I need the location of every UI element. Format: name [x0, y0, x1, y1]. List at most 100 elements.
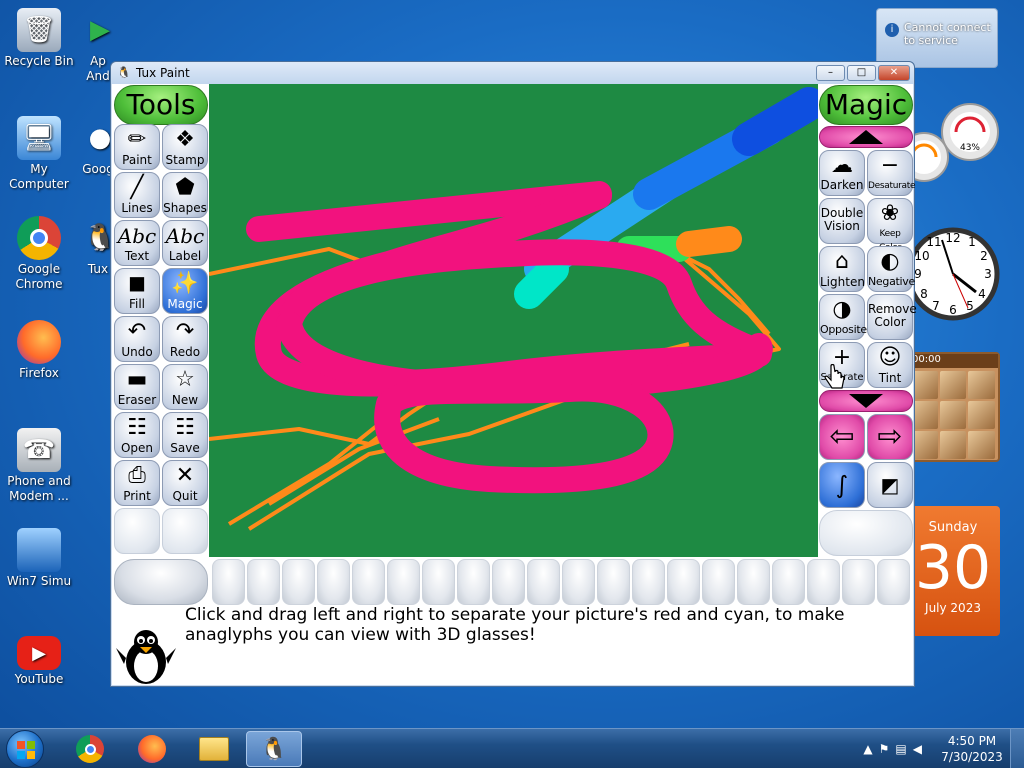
desktop-icon-phone-modem[interactable]: ☎ Phone and Modem ... [0, 428, 78, 504]
taskbar-explorer[interactable] [186, 731, 242, 767]
tool-label: Paint [122, 153, 152, 167]
maximize-button[interactable]: □ [847, 65, 876, 81]
minimize-button[interactable]: – [816, 65, 845, 81]
picture-puzzle-gadget[interactable]: 00:00 [906, 352, 1000, 462]
tool-stamp[interactable]: ❖ Stamp [162, 124, 208, 170]
desktop-icon-win7-simu[interactable]: Win7 Simu [0, 528, 78, 589]
color-swatch[interactable] [772, 559, 805, 605]
info-icon: i [885, 23, 899, 37]
tool-lines[interactable]: ╱ Lines [114, 172, 160, 218]
recycle-bin-icon: 🗑 [17, 8, 61, 52]
desktop-icon-google-chrome[interactable]: Google Chrome [0, 216, 78, 292]
magic-label: Desaturate [868, 181, 916, 191]
tool-label: Quit [172, 489, 198, 503]
tool-undo[interactable]: ↶ Undo [114, 316, 160, 362]
magic-desaturate[interactable]: − Desaturate [867, 150, 916, 196]
desktop-icon-my-computer[interactable]: 🖥 My Computer [0, 116, 78, 192]
magic-remove-color[interactable]: Remove Color [867, 294, 917, 340]
computer-icon: 🖥 [17, 116, 61, 160]
taskbar-firefox[interactable] [124, 731, 180, 767]
tool-print[interactable]: ⎙ Print [114, 460, 160, 506]
tux-penguin-icon [116, 630, 176, 684]
magic-left-arrow[interactable]: ⇦ [819, 414, 865, 460]
network-icon[interactable]: ▤ [895, 742, 906, 756]
color-swatch[interactable] [842, 559, 875, 605]
notification-cannot-connect[interactable]: i Cannot connect to service [876, 8, 998, 68]
color-swatch[interactable] [562, 559, 595, 605]
tool-label[interactable]: Abc Label [162, 220, 208, 266]
tool-label: Save [170, 441, 200, 455]
close-button[interactable]: ✕ [878, 65, 910, 81]
color-swatch[interactable] [317, 559, 350, 605]
color-swatch[interactable] [352, 559, 385, 605]
color-swatch[interactable] [737, 559, 770, 605]
magic-negative[interactable]: ◐ Negative [867, 246, 915, 292]
tool-text[interactable]: Abc Text [114, 220, 160, 266]
tool-quit[interactable]: ✕ Quit [162, 460, 208, 506]
color-swatch[interactable] [212, 559, 245, 605]
tool-new[interactable]: ☆ New [162, 364, 208, 410]
magic-scroll-up[interactable] [819, 126, 913, 148]
desktop-icon-youtube[interactable]: ▶ YouTube [0, 636, 78, 687]
desktop-icon-firefox[interactable]: Firefox [0, 320, 78, 381]
clock-gadget[interactable]: 12369 1245 781011 [906, 212, 1000, 336]
svg-text:12: 12 [945, 231, 960, 245]
color-swatch[interactable] [807, 559, 840, 605]
magic-opposite[interactable]: ◑ Opposite [819, 294, 867, 340]
tool-label: Magic [167, 297, 203, 311]
start-button[interactable] [6, 730, 44, 768]
desktop-icon-label: Win7 Simu [6, 574, 72, 588]
cpu-meter-gadget[interactable]: 43% [904, 102, 1000, 192]
show-desktop-button[interactable] [1010, 729, 1024, 768]
tool-paint[interactable]: ✏ Paint [114, 124, 160, 170]
tux-paint-client: Tools ✏ Paint ❖ Stamp ╱ Lines ⬟ Shapes Abc Te… [112, 84, 917, 685]
calendar-gadget[interactable]: Sunday 30 July 2023 [906, 506, 1000, 636]
drawing-canvas[interactable] [209, 84, 818, 557]
show-hidden-icons-icon[interactable]: ▲ [863, 742, 872, 756]
color-swatch[interactable] [877, 559, 910, 605]
color-swatch[interactable] [667, 559, 700, 605]
tool-label: New [171, 393, 199, 407]
magic-right-arrow[interactable]: ⇨ [867, 414, 913, 460]
taskbar-chrome[interactable] [62, 731, 118, 767]
volume-muted-icon[interactable]: ◀ [913, 742, 922, 756]
magic-mode-paint[interactable]: ∫ [819, 462, 865, 508]
magic-keep-color[interactable]: ❀Keep Color [867, 198, 913, 253]
tool-label: Print [123, 489, 151, 503]
color-swatch[interactable] [702, 559, 735, 605]
color-swatch[interactable] [247, 559, 280, 605]
notification-text: Cannot connect to service [904, 21, 991, 47]
tool-fill[interactable]: ◼ Fill [114, 268, 160, 314]
tux-paint-window[interactable]: 🐧 Tux Paint – □ ✕ Tools ✏ Paint ❖ Stamp ╱ L… [110, 61, 917, 687]
color-swatch[interactable] [632, 559, 665, 605]
tool-magic[interactable]: ✨ Magic [162, 268, 208, 314]
taskbar-tux-paint[interactable]: 🐧 [246, 731, 302, 767]
tool-label: Redo [169, 345, 201, 359]
magic-tint[interactable]: ☺ Tint [867, 342, 913, 388]
taskbar-clock[interactable]: 4:50 PM 7/30/2023 [934, 733, 1010, 765]
color-swatch[interactable] [387, 559, 420, 605]
magic-lighten[interactable]: ⌂ Lighten [819, 246, 865, 292]
tool-redo[interactable]: ↷ Redo [162, 316, 208, 362]
magic-double-vision[interactable]: Double Vision [819, 198, 865, 244]
action-center-flag-icon[interactable]: ⚑ [879, 742, 890, 756]
color-swatch[interactable] [282, 559, 315, 605]
current-color-swatch[interactable] [114, 559, 208, 605]
tool-save[interactable]: ☷ Save [162, 412, 208, 458]
magic-darken[interactable]: ☁ Darken [819, 150, 865, 196]
paintbrush-icon: ✏ [127, 127, 147, 152]
magic-label: Tint [878, 371, 902, 385]
color-swatch[interactable] [527, 559, 560, 605]
color-swatch[interactable] [457, 559, 490, 605]
magic-mode-fullscreen[interactable]: ◩ [867, 462, 913, 508]
color-swatch[interactable] [492, 559, 525, 605]
color-swatch[interactable] [422, 559, 455, 605]
color-swatch[interactable] [597, 559, 630, 605]
title-bar[interactable]: 🐧 Tux Paint – □ ✕ [111, 62, 914, 84]
desktop-icon-recycle-bin[interactable]: 🗑 Recycle Bin [0, 8, 78, 69]
tool-label: Text [124, 249, 150, 263]
tool-open[interactable]: ☷ Open [114, 412, 160, 458]
tool-shapes[interactable]: ⬟ Shapes [162, 172, 208, 218]
play-store-icon: ▶ [90, 15, 110, 45]
tool-eraser[interactable]: ▬ Eraser [114, 364, 160, 410]
